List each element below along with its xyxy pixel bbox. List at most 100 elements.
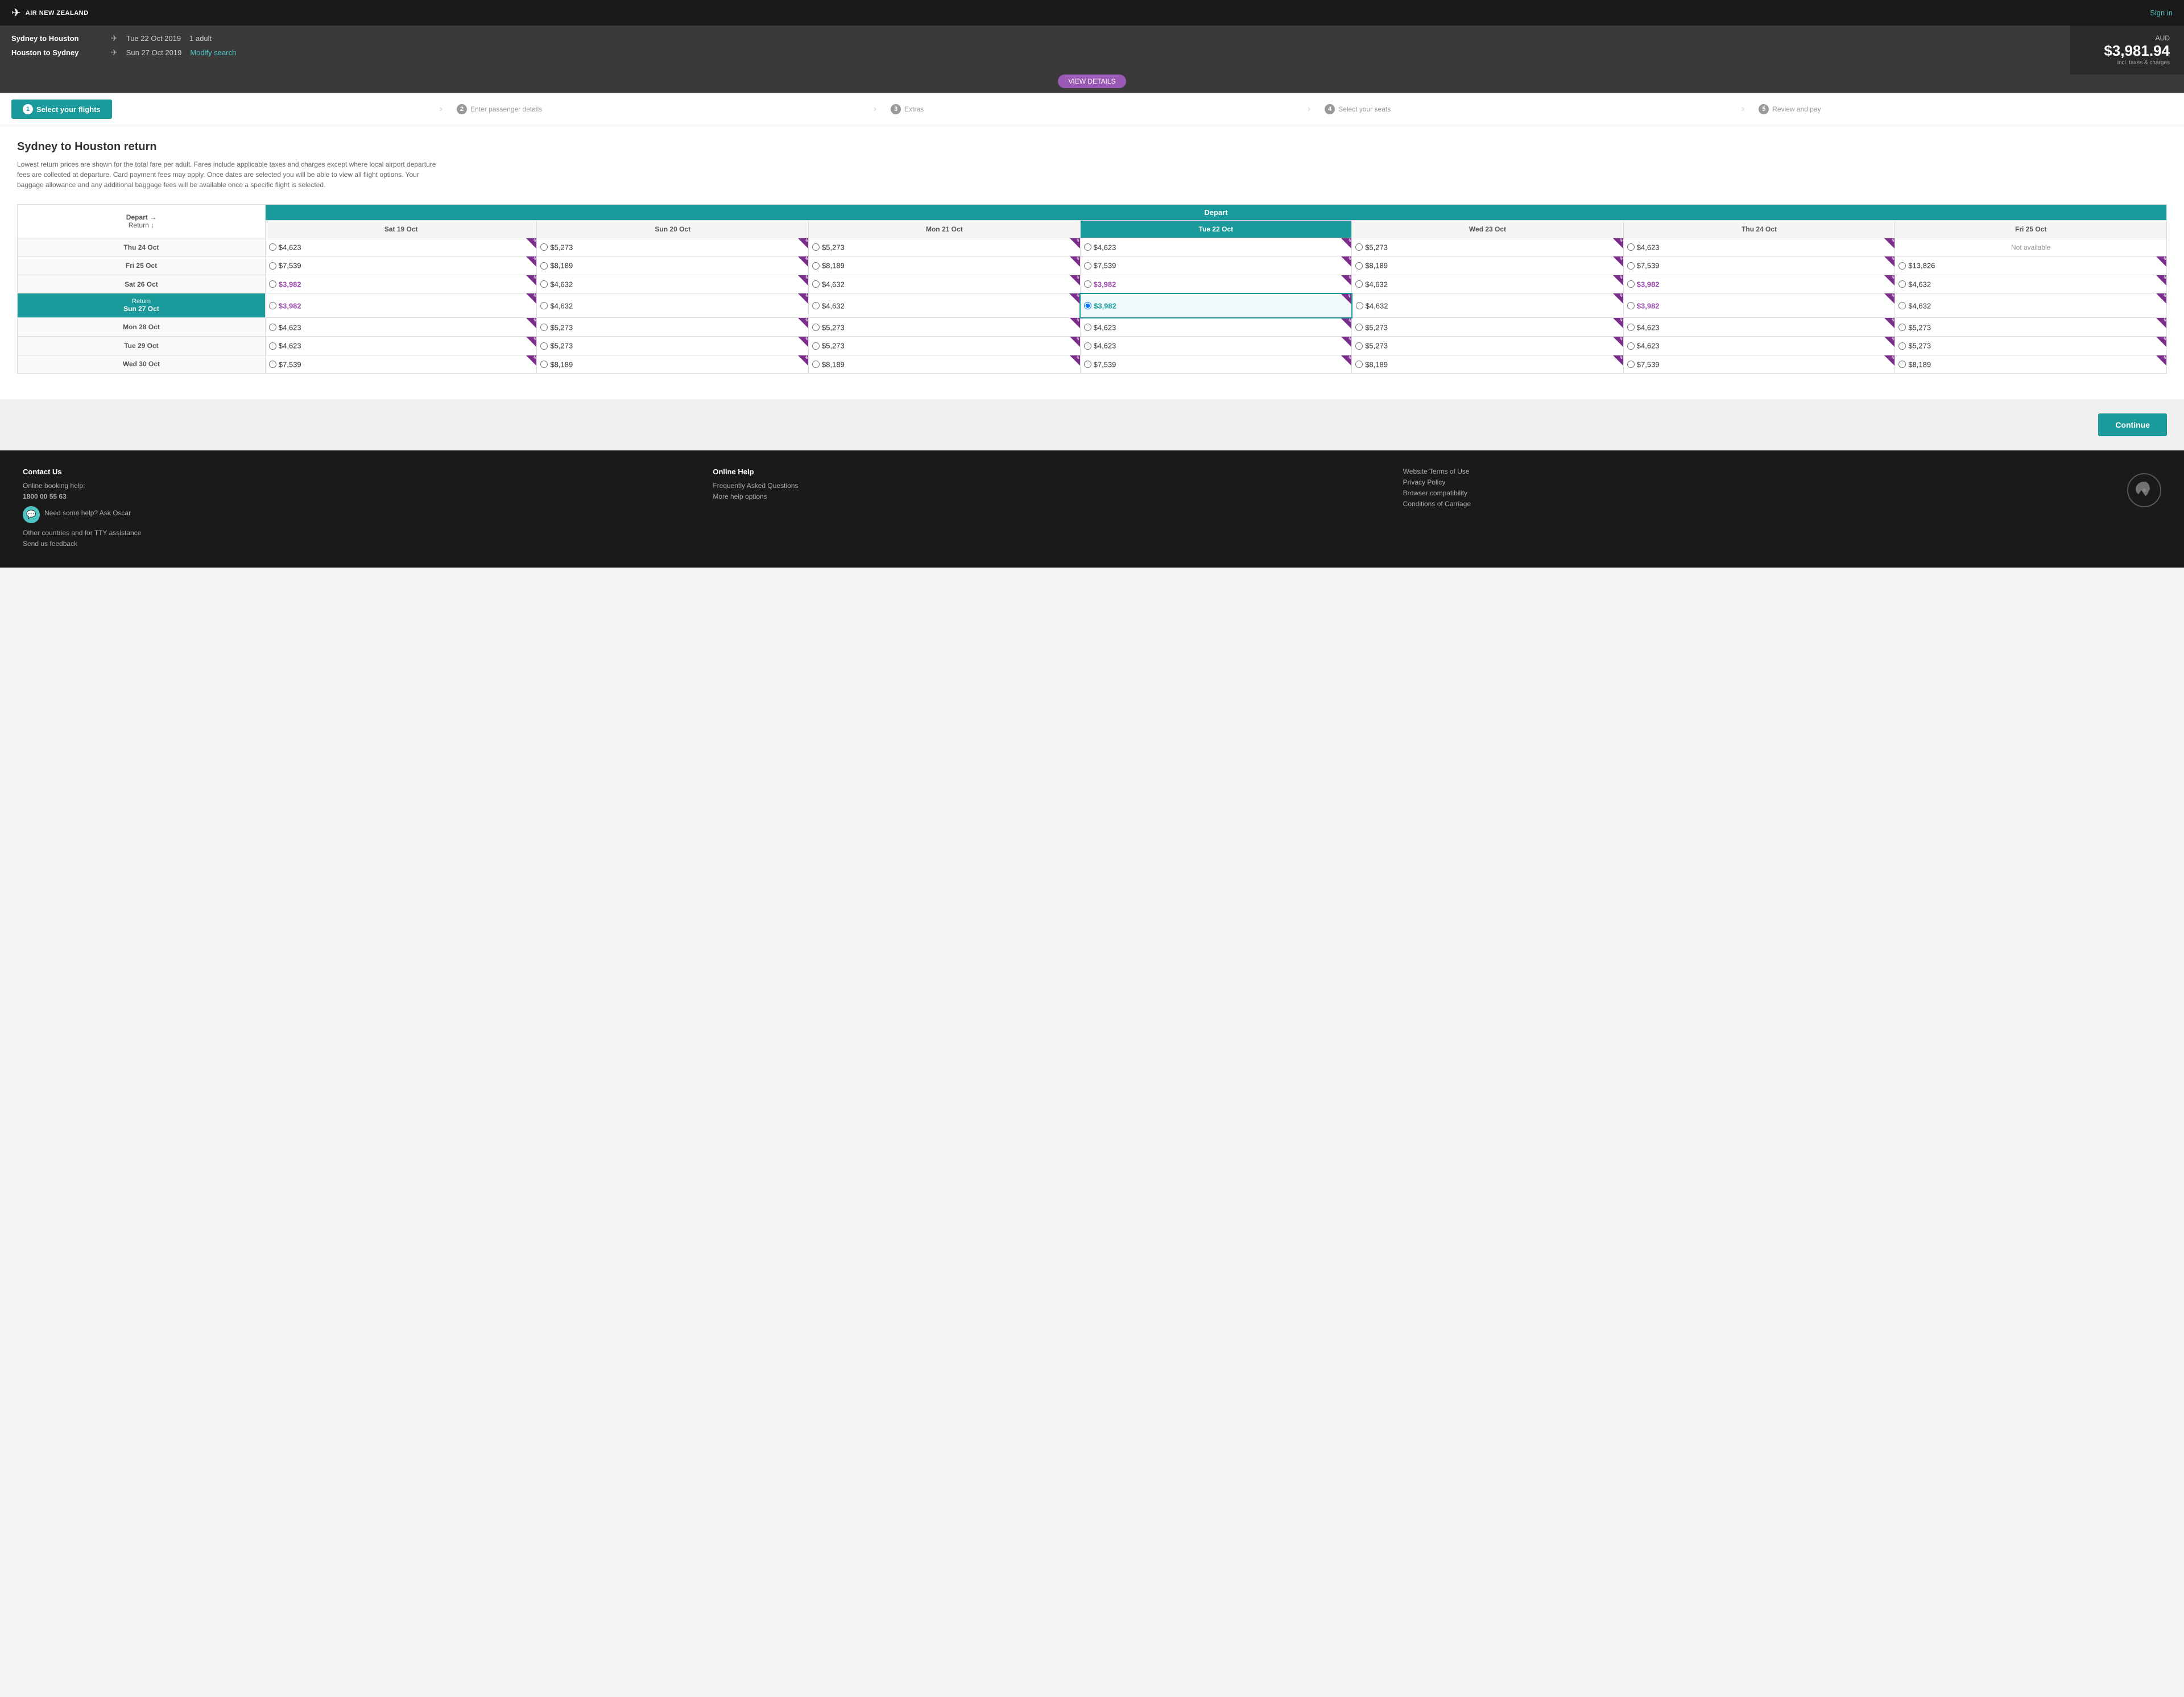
- price-radio-r2-c4[interactable]: [1355, 280, 1363, 288]
- price-radio-r5-c1[interactable]: [540, 342, 548, 350]
- price-cell-r3-c0[interactable]: %$3,982: [265, 293, 537, 318]
- price-radio-r2-c2[interactable]: [812, 280, 820, 288]
- price-radio-r3-c4[interactable]: [1356, 302, 1363, 309]
- price-cell-r3-c3[interactable]: %$3,982: [1080, 293, 1352, 318]
- oscar-link[interactable]: Need some help? Ask Oscar: [44, 509, 131, 517]
- price-cell-r0-c5[interactable]: %$4,623: [1623, 238, 1895, 256]
- price-radio-r2-c3[interactable]: [1084, 280, 1091, 288]
- price-radio-r6-c0[interactable]: [269, 361, 276, 368]
- price-cell-r3-c1[interactable]: %$4,632: [537, 293, 809, 318]
- price-cell-r3-c2[interactable]: %$4,632: [809, 293, 1081, 318]
- price-cell-r6-c3[interactable]: %$7,539: [1080, 355, 1352, 373]
- price-radio-r6-c5[interactable]: [1627, 361, 1635, 368]
- price-radio-r2-c6[interactable]: [1898, 280, 1906, 288]
- footer-privacy[interactable]: Privacy Policy: [1403, 478, 2076, 486]
- price-radio-r0-c4[interactable]: [1355, 243, 1363, 251]
- price-cell-r1-c3[interactable]: %$7,539: [1080, 256, 1352, 275]
- footer-faq[interactable]: Frequently Asked Questions: [713, 482, 1385, 490]
- price-cell-r5-c4[interactable]: %$5,273: [1352, 337, 1624, 355]
- price-radio-r5-c5[interactable]: [1627, 342, 1635, 350]
- continue-button[interactable]: Continue: [2098, 413, 2167, 436]
- price-radio-r0-c1[interactable]: [540, 243, 548, 251]
- price-radio-r3-c0[interactable]: [269, 302, 276, 309]
- price-cell-r2-c3[interactable]: %$3,982: [1080, 275, 1352, 293]
- price-cell-r1-c5[interactable]: %$7,539: [1623, 256, 1895, 275]
- price-radio-r5-c6[interactable]: [1898, 342, 1906, 350]
- price-cell-r4-c1[interactable]: %$5,273: [537, 318, 809, 337]
- footer-more-help[interactable]: More help options: [713, 492, 1385, 500]
- price-cell-r0-c6[interactable]: Not available: [1895, 238, 2167, 256]
- price-cell-r1-c2[interactable]: %$8,189: [809, 256, 1081, 275]
- price-cell-r0-c1[interactable]: %$5,273: [537, 238, 809, 256]
- price-cell-r1-c6[interactable]: %$13,826: [1895, 256, 2167, 275]
- price-cell-r3-c6[interactable]: %$4,632: [1895, 293, 2167, 318]
- price-radio-r0-c2[interactable]: [812, 243, 820, 251]
- price-cell-r2-c1[interactable]: %$4,632: [537, 275, 809, 293]
- price-cell-r5-c1[interactable]: %$5,273: [537, 337, 809, 355]
- price-radio-r4-c1[interactable]: [540, 324, 548, 331]
- price-radio-r1-c5[interactable]: [1627, 262, 1635, 270]
- price-cell-r0-c0[interactable]: %$4,623: [265, 238, 537, 256]
- footer-terms[interactable]: Website Terms of Use: [1403, 467, 2076, 475]
- price-cell-r2-c4[interactable]: %$4,632: [1352, 275, 1624, 293]
- modify-search-link[interactable]: Modify search: [190, 48, 236, 57]
- price-radio-r4-c4[interactable]: [1355, 324, 1363, 331]
- price-cell-r3-c4[interactable]: %$4,632: [1352, 293, 1624, 318]
- price-radio-r3-c6[interactable]: [1898, 302, 1906, 309]
- price-radio-r2-c1[interactable]: [540, 280, 548, 288]
- price-radio-r4-c2[interactable]: [812, 324, 820, 331]
- price-radio-r3-c3[interactable]: [1084, 302, 1091, 309]
- price-cell-r2-c2[interactable]: %$4,632: [809, 275, 1081, 293]
- price-cell-r6-c1[interactable]: %$8,189: [537, 355, 809, 373]
- price-radio-r3-c2[interactable]: [812, 302, 820, 309]
- price-radio-r4-c0[interactable]: [269, 324, 276, 331]
- price-radio-r2-c0[interactable]: [269, 280, 276, 288]
- price-radio-r6-c1[interactable]: [540, 361, 548, 368]
- price-cell-r4-c0[interactable]: %$4,623: [265, 318, 537, 337]
- price-cell-r6-c4[interactable]: %$8,189: [1352, 355, 1624, 373]
- price-radio-r5-c2[interactable]: [812, 342, 820, 350]
- price-radio-r0-c0[interactable]: [269, 243, 276, 251]
- price-radio-r1-c0[interactable]: [269, 262, 276, 270]
- price-radio-r4-c3[interactable]: [1084, 324, 1091, 331]
- price-cell-r0-c3[interactable]: %$4,623: [1080, 238, 1352, 256]
- price-cell-r4-c5[interactable]: %$4,623: [1623, 318, 1895, 337]
- price-radio-r6-c2[interactable]: [812, 361, 820, 368]
- price-radio-r1-c3[interactable]: [1084, 262, 1091, 270]
- price-radio-r5-c0[interactable]: [269, 342, 276, 350]
- price-cell-r0-c4[interactable]: %$5,273: [1352, 238, 1624, 256]
- price-cell-r1-c1[interactable]: %$8,189: [537, 256, 809, 275]
- price-cell-r5-c3[interactable]: %$4,623: [1080, 337, 1352, 355]
- price-cell-r5-c2[interactable]: %$5,273: [809, 337, 1081, 355]
- price-radio-r6-c6[interactable]: [1898, 361, 1906, 368]
- price-cell-r4-c4[interactable]: %$5,273: [1352, 318, 1624, 337]
- price-cell-r6-c2[interactable]: %$8,189: [809, 355, 1081, 373]
- price-radio-r4-c5[interactable]: [1627, 324, 1635, 331]
- price-cell-r5-c5[interactable]: %$4,623: [1623, 337, 1895, 355]
- price-radio-r2-c5[interactable]: [1627, 280, 1635, 288]
- price-cell-r4-c6[interactable]: %$5,273: [1895, 318, 2167, 337]
- price-cell-r2-c5[interactable]: %$3,982: [1623, 275, 1895, 293]
- price-cell-r0-c2[interactable]: %$5,273: [809, 238, 1081, 256]
- price-radio-r3-c1[interactable]: [540, 302, 548, 309]
- price-cell-r6-c0[interactable]: %$7,539: [265, 355, 537, 373]
- view-details-button[interactable]: VIEW DETAILS: [1058, 74, 1126, 88]
- price-cell-r2-c0[interactable]: %$3,982: [265, 275, 537, 293]
- price-radio-r1-c6[interactable]: [1898, 262, 1906, 270]
- price-radio-r1-c2[interactable]: [812, 262, 820, 270]
- footer-browser[interactable]: Browser compatibility: [1403, 489, 2076, 497]
- price-radio-r5-c3[interactable]: [1084, 342, 1091, 350]
- price-radio-r4-c6[interactable]: [1898, 324, 1906, 331]
- price-cell-r6-c6[interactable]: %$8,189: [1895, 355, 2167, 373]
- price-radio-r3-c5[interactable]: [1627, 302, 1635, 309]
- price-radio-r6-c4[interactable]: [1355, 361, 1363, 368]
- footer-feedback[interactable]: Send us feedback: [23, 540, 696, 548]
- price-cell-r1-c4[interactable]: %$8,189: [1352, 256, 1624, 275]
- footer-carriage[interactable]: Conditions of Carriage: [1403, 500, 2076, 508]
- price-cell-r2-c6[interactable]: %$4,632: [1895, 275, 2167, 293]
- price-radio-r5-c4[interactable]: [1355, 342, 1363, 350]
- price-cell-r6-c5[interactable]: %$7,539: [1623, 355, 1895, 373]
- price-cell-r4-c2[interactable]: %$5,273: [809, 318, 1081, 337]
- price-radio-r0-c3[interactable]: [1084, 243, 1091, 251]
- price-radio-r6-c3[interactable]: [1084, 361, 1091, 368]
